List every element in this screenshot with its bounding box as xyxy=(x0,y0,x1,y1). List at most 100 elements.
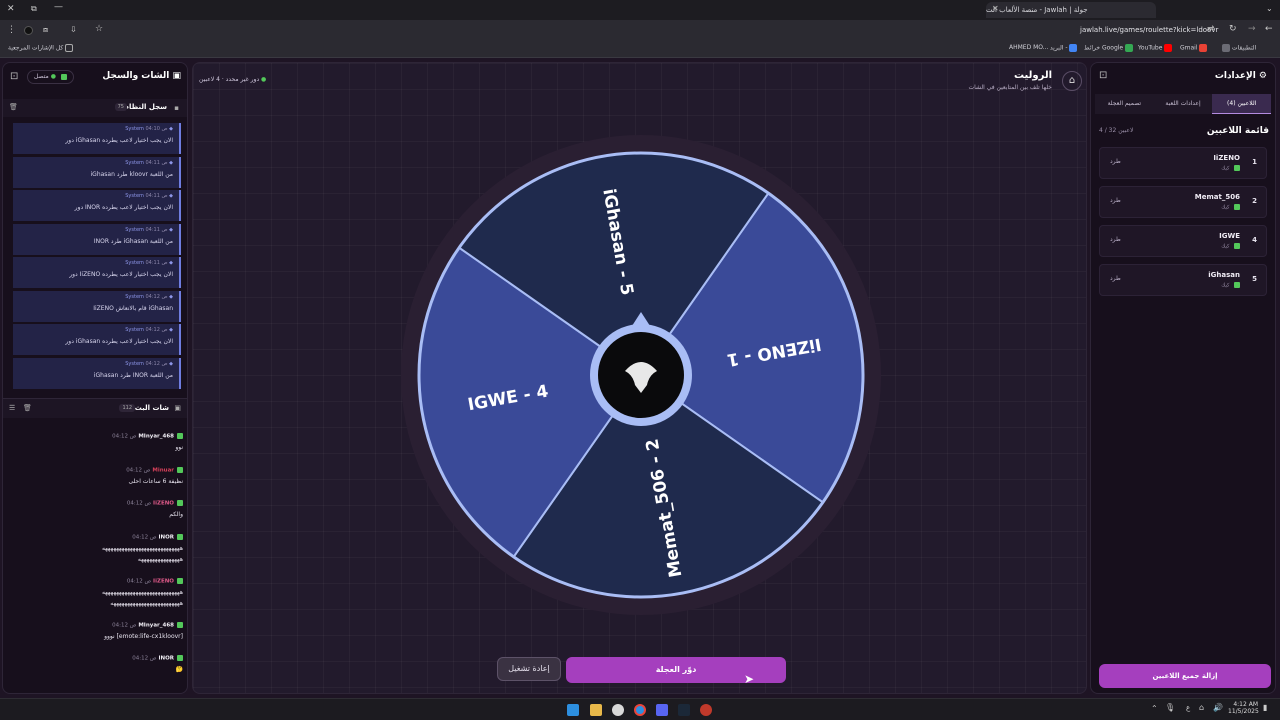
kick-icon xyxy=(60,73,67,80)
kick-player-button[interactable]: طرد xyxy=(1110,236,1121,243)
player-name: IiZENO xyxy=(1213,154,1240,162)
file-explorer-icon[interactable] xyxy=(590,704,602,716)
profile-avatar[interactable] xyxy=(24,26,33,35)
message-text: ههههههههههههههههههههههههههههه xyxy=(101,588,183,596)
kick-icon xyxy=(1234,165,1240,171)
steam-icon[interactable] xyxy=(678,704,690,716)
kick-player-button[interactable]: طرد xyxy=(1110,197,1121,204)
list-icon[interactable]: ☰ xyxy=(9,404,15,412)
log-header: System 04:11 ص ◆ xyxy=(125,226,173,233)
mail-icon xyxy=(1069,44,1078,52)
close-window-icon[interactable]: ✕ xyxy=(7,4,15,14)
forward-icon[interactable]: → xyxy=(1248,24,1256,34)
chrome-icon[interactable] xyxy=(634,704,646,716)
system-log-entry: System 04:12 ص ◆ دور iGhasan الان يجب اخ… xyxy=(13,324,181,355)
folder-icon xyxy=(65,44,74,52)
download-icon[interactable]: ⇩ xyxy=(70,25,77,34)
browser-tab[interactable]: جولة | Jawlah - منصة الألعاب الت ✕ xyxy=(986,2,1156,18)
message-text: 🤔 xyxy=(175,666,183,673)
bookmark-mail[interactable]: البريد - xyxy=(1050,44,1078,52)
bookmark-maps[interactable]: خرائط Google xyxy=(1084,44,1134,52)
system-icon: ◆ xyxy=(169,193,173,199)
kick-player-button[interactable]: طرد xyxy=(1110,275,1121,282)
youtube-icon xyxy=(1164,44,1173,52)
roulette-wheel[interactable]: IiZENO - 1Memat_506 - 2IGWE - 4iGhasan -… xyxy=(401,109,881,643)
log-header: System 04:11 ص ◆ xyxy=(125,193,173,199)
windows-start-icon[interactable] xyxy=(567,704,579,716)
collapse-chat-icon[interactable]: ⊡ xyxy=(10,71,18,82)
bookmark-youtube[interactable]: YouTube xyxy=(1138,44,1173,52)
tab-title: جولة | Jawlah - منصة الألعاب الت xyxy=(986,6,1088,14)
player-index: 5 xyxy=(1252,275,1257,283)
url-text[interactable]: jawlah.live/games/roulette?kick=ldoovr xyxy=(1080,26,1218,34)
message-header: 04:12 ص MInyar_468 xyxy=(112,621,183,628)
settings-tabs: تصميم العجلة إعدادات اللعبة اللاعبين (4) xyxy=(1095,94,1272,114)
menu-icon[interactable]: ⋮ xyxy=(7,25,16,35)
bookmark-gmail[interactable]: Gmail xyxy=(1180,44,1208,52)
bookmark-apps[interactable]: التطبيقات xyxy=(1222,44,1256,52)
system-icon: ◆ xyxy=(169,126,173,132)
star-bookmark-icon[interactable]: ☆ xyxy=(95,24,103,34)
restart-button[interactable]: إعادة تشغيل xyxy=(497,657,561,681)
settings-app-icon[interactable] xyxy=(612,704,624,716)
close-tab-icon[interactable]: ✕ xyxy=(992,4,999,13)
system-log-entry: System 04:12 ص ◆ iGhasan طرد INOR من الل… xyxy=(13,357,181,389)
kick-icon xyxy=(177,621,183,628)
settings-title: الإعدادات xyxy=(1214,71,1256,81)
trash-icon[interactable]: 🗑 xyxy=(23,404,32,412)
kick-icon xyxy=(1234,204,1240,210)
log-text: iGhasan طرد kloovr من اللعبة xyxy=(90,170,174,178)
message-header: 04:12 ص INOR xyxy=(132,533,183,540)
back-icon[interactable]: ← xyxy=(1265,24,1273,34)
player-platform: كيك xyxy=(1221,204,1240,211)
tab-game-settings[interactable]: إعدادات اللعبة xyxy=(1154,94,1213,114)
reload-icon[interactable]: ↻ xyxy=(1229,24,1237,34)
network-icon[interactable]: ⌂ xyxy=(1199,703,1204,712)
minimize-window-icon[interactable]: — xyxy=(54,2,63,12)
tab-menu-icon[interactable]: ⌄ xyxy=(1266,4,1273,13)
log-text: دور INOR الان يجب اختيار لاعب يطرده xyxy=(74,204,173,211)
system-icon: ◆ xyxy=(169,293,173,300)
status-text: متصل xyxy=(34,73,49,80)
kick-player-button[interactable]: طرد xyxy=(1110,158,1121,165)
home-icon[interactable]: ⌂ xyxy=(1062,71,1082,91)
chat-bubble-icon: ▣ xyxy=(174,404,181,412)
restore-window-icon[interactable]: ⧉ xyxy=(31,4,37,14)
site-info-icon[interactable]: ⇌ xyxy=(1207,24,1215,34)
log-header: System 04:12 ص ◆ xyxy=(125,360,173,367)
live-chat-title: شات البث xyxy=(134,404,169,412)
microphone-icon[interactable]: 🎙 xyxy=(1165,703,1175,712)
log-header: System 04:11 ص ◆ xyxy=(125,260,173,266)
clock[interactable]: 4:12 AM 11/5/2025 xyxy=(1228,701,1259,715)
kick-icon xyxy=(177,655,183,661)
chat-icon: ▣ xyxy=(172,71,181,81)
collapse-panel-icon[interactable]: ⊡ xyxy=(1099,70,1107,81)
tab-wheel-design[interactable]: تصميم العجلة xyxy=(1095,94,1154,114)
obs-icon[interactable] xyxy=(700,704,712,716)
player-platform: كيك xyxy=(1221,243,1240,250)
tray-chevron-icon[interactable]: ⌃ xyxy=(1151,704,1158,713)
browser-titlebar: ✕ ⧉ — + جولة | Jawlah - منصة الألعاب الت… xyxy=(0,0,1280,20)
discord-icon[interactable] xyxy=(656,704,668,716)
notification-icon[interactable]: ▮ xyxy=(1263,703,1267,712)
chat-header: ▣ الشات والسجل xyxy=(102,71,181,81)
bookmark-ahmed[interactable]: AHMED MO... xyxy=(1009,44,1049,51)
address-bar-row: ⋮ ⧈ ⇩ ☆ jawlah.live/games/roulette?kick=… xyxy=(0,20,1280,41)
mouse-cursor-icon: ➤ xyxy=(744,672,755,686)
message-text: والكم xyxy=(169,511,183,518)
game-subtitle: خلها تلف بين المتابعين في الشات xyxy=(968,84,1052,91)
maps-icon xyxy=(1125,44,1134,52)
log-text: iGhasan طرد INOR من اللعبة xyxy=(93,371,173,379)
extensions-icon[interactable]: ⧈ xyxy=(43,25,48,35)
kick-icon xyxy=(177,577,183,584)
volume-icon[interactable]: 🔊 xyxy=(1213,703,1223,712)
language-indicator[interactable]: ع xyxy=(1186,704,1190,712)
clock-date: 11/5/2025 xyxy=(1228,708,1259,715)
bookmark-all[interactable]: كل الإشارات المرجعية xyxy=(8,44,74,52)
gmail-icon xyxy=(1199,44,1208,52)
player-row: 5 iGhasan كيك طرد xyxy=(1099,264,1267,296)
trash-icon[interactable]: 🗑 xyxy=(9,103,18,111)
tab-players[interactable]: اللاعبين (4) xyxy=(1212,94,1272,114)
players-list-title: قائمة اللاعبين xyxy=(1206,126,1269,136)
clear-players-button[interactable]: إزالة جميع اللاعبين xyxy=(1099,664,1271,688)
